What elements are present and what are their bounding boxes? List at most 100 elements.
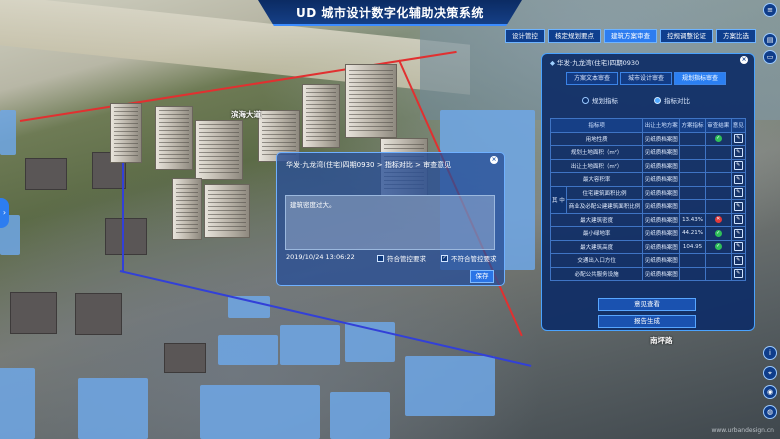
cell-item: 用地性质 (549, 131, 644, 146)
watermark: www.urbandesign.cn (711, 427, 774, 434)
residential-tower[interactable] (195, 120, 243, 180)
tab-building-review[interactable]: 建筑方案审查 (604, 29, 657, 43)
edit-icon[interactable]: ✎ (733, 134, 743, 144)
edit-icon[interactable]: ✎ (733, 201, 743, 211)
tab-text-review[interactable]: 方案文本审查 (566, 72, 619, 85)
checkbox-noncompliant[interactable]: ✓ 不符合管控要求 (441, 253, 497, 263)
view-opinion-button[interactable]: 意见查看 (598, 298, 696, 311)
blue-overlay (0, 368, 35, 439)
app-title: UD 城市设计数字化辅助决策系统 (296, 5, 484, 20)
panel-tabs: 方案文本审查 城市设计审查 规划指标审查 (566, 72, 727, 85)
cell-basis: 见纸质档案图 (642, 131, 681, 146)
radio-dot (654, 96, 661, 104)
building-block (25, 158, 67, 190)
checkbox-box: ✓ (441, 254, 448, 262)
navigation-icon[interactable]: ⌖ (763, 366, 777, 380)
cell-status: ✓ (704, 131, 732, 146)
residential-tower[interactable] (110, 103, 142, 163)
radio-indicator-compare[interactable]: 指标对比 (654, 95, 690, 105)
cell-opinion[interactable]: ✎ (730, 226, 747, 241)
road-label-south: 南坪路 (650, 336, 673, 345)
cell-value (679, 172, 706, 187)
cell-status (704, 145, 732, 160)
cell-item: 规划土地面积（m²） (549, 145, 644, 160)
col-header: 意见 (730, 118, 747, 133)
edit-icon[interactable]: ✎ (733, 188, 743, 198)
tab-zoning-adjustment[interactable]: 控规调整论证 (660, 29, 713, 43)
radio-planning-indicator[interactable]: 规划指标 (582, 95, 618, 105)
cell-opinion[interactable]: ✎ (730, 253, 747, 268)
edit-icon[interactable]: ✎ (733, 228, 743, 238)
col-header: 审查结果 (704, 118, 732, 133)
tab-urban-design-review[interactable]: 城市设计审查 (620, 72, 673, 85)
tab-design-control[interactable]: 设计管控 (505, 29, 545, 43)
cell-value: 44.21% (679, 226, 706, 241)
edit-icon[interactable]: ✎ (733, 161, 743, 171)
cell-item: 最大建筑高度 (549, 239, 644, 254)
generate-report-button[interactable]: 报告生成 (598, 315, 696, 328)
residential-tower[interactable] (172, 178, 202, 240)
mode-radios: 规划指标 指标对比 (582, 95, 690, 105)
blue-overlay (330, 392, 390, 439)
residential-tower[interactable] (204, 184, 250, 238)
table-row: 规划土地面积（m²） 见纸质档案图 ✎ (549, 145, 747, 160)
camera-icon[interactable]: ◉ (763, 385, 777, 399)
breadcrumb: 华发·九龙湾(住宅)四期0930 > 指标对比 > 审查意见 (286, 161, 452, 169)
menu-icon[interactable]: ≡ (763, 3, 777, 17)
edit-icon[interactable]: ✎ (733, 255, 743, 265)
cell-opinion[interactable]: ✎ (730, 172, 747, 187)
cell-status (704, 199, 732, 214)
cell-opinion[interactable]: ✎ (730, 158, 747, 173)
opinion-textarea[interactable]: 建筑密度过大。 (285, 195, 495, 250)
col-header: 指标项 (549, 118, 644, 133)
cell-basis: 见纸质档案图 (642, 158, 681, 173)
fail-icon: ✕ (714, 216, 722, 224)
residential-tower[interactable] (302, 84, 340, 148)
edit-icon[interactable]: ✎ (733, 215, 743, 225)
checkbox-compliant[interactable]: 符合管控要求 (377, 253, 426, 263)
pass-icon: ✓ (714, 135, 722, 143)
top-nav: 设计管控 核定规划要点 建筑方案审查 控规调整论证 方案比选 (505, 29, 756, 43)
cell-status (704, 185, 732, 200)
cell-status (704, 172, 732, 187)
cell-item: 最小绿地率 (549, 226, 644, 241)
edit-icon[interactable]: ✎ (733, 242, 743, 252)
save-button[interactable]: 保存 (470, 270, 494, 283)
cell-opinion[interactable]: ✎ (730, 145, 747, 160)
checkbox-label: 符合管控要求 (387, 255, 426, 263)
cell-opinion[interactable]: ✎ (730, 131, 747, 146)
info-icon[interactable]: i (763, 346, 777, 360)
layers-icon[interactable]: ▤ (763, 33, 777, 47)
cell-item: 交通出入口方位 (549, 253, 644, 268)
blue-overlay (218, 335, 278, 365)
tab-planning-points[interactable]: 核定规划要点 (548, 29, 601, 43)
left-expand-button[interactable]: › (0, 198, 9, 228)
layers-icon[interactable]: ▭ (763, 50, 777, 64)
table-row: 最大建筑密度 见纸质档案图 13.43% ✕ ✎ (549, 212, 747, 227)
table-row: 交通出入口方位 见纸质档案图 ✎ (549, 253, 747, 268)
review-opinion-dialog: 华发·九龙湾(住宅)四期0930 > 指标对比 > 审查意见 × 建筑密度过大。… (276, 152, 505, 286)
cell-opinion[interactable]: ✎ (730, 212, 747, 227)
tab-indicator-review[interactable]: 规划指标审查 (674, 72, 727, 85)
table-row: 用地性质 见纸质档案图 ✓ ✎ (549, 131, 747, 146)
cell-opinion[interactable]: ✎ (730, 239, 747, 254)
edit-icon[interactable]: ✎ (733, 174, 743, 184)
globe-icon[interactable]: ◍ (763, 405, 777, 419)
cell-item: 必配公共服务设施 (549, 266, 644, 281)
tab-scheme-compare[interactable]: 方案比选 (716, 29, 756, 43)
cell-value (679, 253, 706, 268)
cell-basis: 见纸质档案图 (642, 226, 681, 241)
table-row: 最大建筑高度 见纸质档案图 104.95 ✓ ✎ (549, 239, 747, 254)
cell-value: 104.95 (679, 239, 706, 254)
edit-icon[interactable]: ✎ (733, 269, 743, 279)
close-icon[interactable]: × (490, 156, 498, 164)
cell-opinion[interactable]: ✎ (730, 185, 747, 200)
cell-opinion[interactable]: ✎ (730, 266, 747, 281)
pass-icon: ✓ (714, 243, 722, 251)
building-block (164, 343, 206, 373)
close-icon[interactable]: × (740, 56, 748, 64)
cell-opinion[interactable]: ✎ (730, 199, 747, 214)
edit-icon[interactable]: ✎ (733, 147, 743, 157)
residential-tower[interactable] (345, 64, 397, 138)
residential-tower[interactable] (155, 106, 193, 170)
